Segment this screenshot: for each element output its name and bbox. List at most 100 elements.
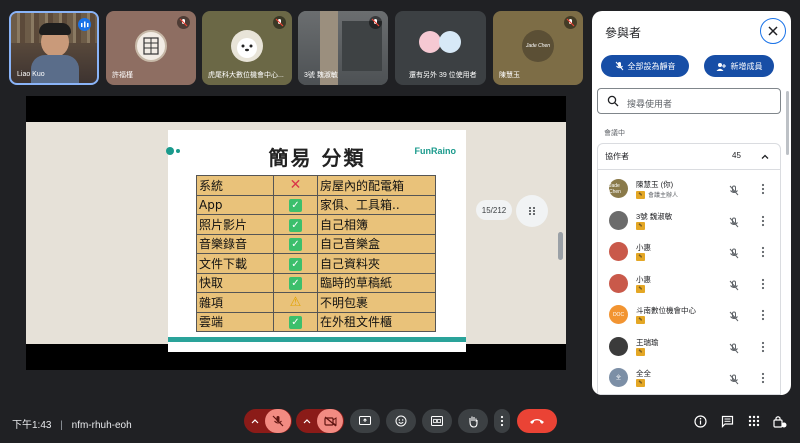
mic-off-icon xyxy=(272,415,284,427)
participant-mic-off-icon[interactable] xyxy=(729,309,739,327)
participant-tile-self[interactable]: Liao Kuo xyxy=(9,11,99,85)
captions-button[interactable] xyxy=(422,409,452,433)
participant-more-icon[interactable] xyxy=(761,340,765,358)
participant-row[interactable]: 王瑞瑜 ✎ xyxy=(598,335,780,361)
participant-name: 小惠 xyxy=(636,274,651,284)
avatar xyxy=(439,31,461,53)
page-indicator: 15/212 xyxy=(476,200,512,220)
participant-row[interactable]: DOC 斗南數位機會中心 ✎ xyxy=(598,303,780,329)
participant-row[interactable]: 全全全 ✎ xyxy=(598,366,780,392)
add-people-button[interactable]: 新增成員 xyxy=(704,55,774,77)
speaking-indicator-icon xyxy=(78,18,91,31)
participant-row[interactable]: 小惠 ✎ xyxy=(598,272,780,298)
panel-title: 參與者 xyxy=(605,26,642,40)
camera-toggle-button[interactable] xyxy=(317,409,343,433)
chevron-up-icon xyxy=(251,419,259,424)
check-icon: ✓ xyxy=(289,257,302,271)
participant-row[interactable]: 小惠 ✎ xyxy=(598,240,780,266)
participant-row[interactable]: Jade Chen 陳慧玉 (你) ✎ 會議主辦人 xyxy=(598,177,780,203)
description-cell: 不明包裹 xyxy=(317,292,436,313)
participant-tile[interactable]: 虎尾科大數位機會中心... xyxy=(202,11,292,85)
participant-mic-off-icon[interactable] xyxy=(729,341,739,359)
mic-toggle-button[interactable] xyxy=(265,409,291,433)
collaborators-group: 協作者 45 Jade Chen 陳慧玉 (你) ✎ 會議主辦人 3號 魏淑敏 ✎ 小惠 ✎ 小… xyxy=(597,143,781,395)
participant-mic-off-icon[interactable] xyxy=(729,246,739,264)
grip-icon xyxy=(529,207,535,215)
camera-options-button[interactable] xyxy=(297,409,317,433)
table-row: 雲端 ✓ 在外租文件櫃 xyxy=(196,311,436,332)
chat-button[interactable] xyxy=(719,413,735,429)
participant-role: ✎ xyxy=(636,253,645,261)
table-row: 系統 ✕ 房屋內的配電箱 xyxy=(196,175,436,196)
collapse-group-button[interactable] xyxy=(760,149,770,167)
mute-all-button[interactable]: 全部設為靜音 xyxy=(601,55,689,77)
add-people-label: 新增成員 xyxy=(730,61,763,71)
category-cell: 音樂錄音 xyxy=(196,233,274,254)
leave-call-button[interactable] xyxy=(517,409,557,433)
activities-button[interactable] xyxy=(746,413,762,429)
category-cell: 系統 xyxy=(196,175,274,196)
close-panel-button[interactable] xyxy=(760,18,786,44)
participant-mic-off-icon[interactable] xyxy=(729,183,739,201)
participant-tile[interactable]: 3號 魏淑敏 xyxy=(298,11,388,85)
collaborator-badge-icon: ✎ xyxy=(636,284,645,293)
mic-options-button[interactable] xyxy=(245,409,265,433)
participant-more-icon[interactable] xyxy=(761,277,765,295)
search-participants-input[interactable]: 搜尋使用者 xyxy=(597,88,781,114)
participant-name: 陳慧玉 (你) xyxy=(636,180,674,189)
participant-more-icon[interactable] xyxy=(761,245,765,263)
collaborator-badge-icon: ✎ xyxy=(636,253,645,261)
host-controls-button[interactable] xyxy=(772,413,788,429)
mic-off-icon xyxy=(273,16,286,29)
captions-icon xyxy=(431,416,443,426)
meeting-details-button[interactable] xyxy=(692,413,708,429)
host-lock-icon xyxy=(773,415,787,428)
participant-more-icon[interactable] xyxy=(761,214,765,232)
participant-more-icon[interactable] xyxy=(761,308,765,326)
search-icon xyxy=(607,95,619,107)
mute-all-label: 全部設為靜音 xyxy=(627,61,676,71)
participant-row[interactable]: 3號 魏淑敏 ✎ xyxy=(598,209,780,235)
slide-more-button[interactable] xyxy=(516,195,548,227)
avatar-text: DOC xyxy=(612,311,625,318)
description-cell: 自己相簿 xyxy=(317,214,436,235)
avatar xyxy=(609,273,628,293)
check-icon: ✓ xyxy=(289,238,302,252)
avatar-text: Jade Chen xyxy=(609,182,621,195)
status-cell: ✓ xyxy=(273,214,318,235)
avatar: DOC xyxy=(609,305,628,324)
panel-scrollbar[interactable] xyxy=(786,91,789,155)
participant-mic-off-icon[interactable] xyxy=(729,215,739,233)
participant-more-icon[interactable] xyxy=(761,182,765,200)
resize-handle[interactable] xyxy=(558,232,563,260)
more-options-button[interactable] xyxy=(494,409,510,433)
mic-control-group xyxy=(244,409,292,433)
more-vert-icon xyxy=(500,415,504,427)
warning-icon: ⚠ xyxy=(289,295,302,311)
more-participants-tile[interactable]: 還有另外 39 位使用者 xyxy=(395,11,486,85)
participant-role: ✎ xyxy=(636,347,645,356)
participant-mic-off-icon[interactable] xyxy=(729,372,739,390)
description-cell: 自己資料夾 xyxy=(317,253,436,274)
collaborator-badge-icon: ✎ xyxy=(636,379,645,387)
participant-mic-off-icon[interactable] xyxy=(729,278,739,296)
participant-name: 斗南數位機會中心 xyxy=(636,306,696,315)
category-cell: 文件下載 xyxy=(196,253,274,274)
slide-footer-bar xyxy=(168,337,466,342)
participant-name: 許福槿 xyxy=(112,72,133,79)
status-cell: ✕ xyxy=(273,175,318,196)
participant-more-icon[interactable] xyxy=(761,371,765,389)
chevron-up-icon xyxy=(761,154,769,159)
table-row: 雜項 ⚠ 不明包裹 xyxy=(196,292,436,313)
table-row: 照片影片 ✓ 自己相簿 xyxy=(196,214,436,235)
participant-tile[interactable]: 許福槿 xyxy=(106,11,196,85)
raise-hand-button[interactable] xyxy=(458,409,488,433)
reactions-button[interactable] xyxy=(386,409,416,433)
present-screen-button[interactable] xyxy=(350,409,380,433)
close-icon xyxy=(768,26,778,36)
table-row: 音樂錄音 ✓ 自己音樂盒 xyxy=(196,233,436,254)
collaborator-badge-icon: ✎ xyxy=(636,190,645,199)
participant-tile[interactable]: Jade Chen 陳慧玉 xyxy=(493,11,583,85)
participant-name: 3號 魏淑敏 xyxy=(304,72,338,79)
avatar: 全 xyxy=(609,368,628,387)
